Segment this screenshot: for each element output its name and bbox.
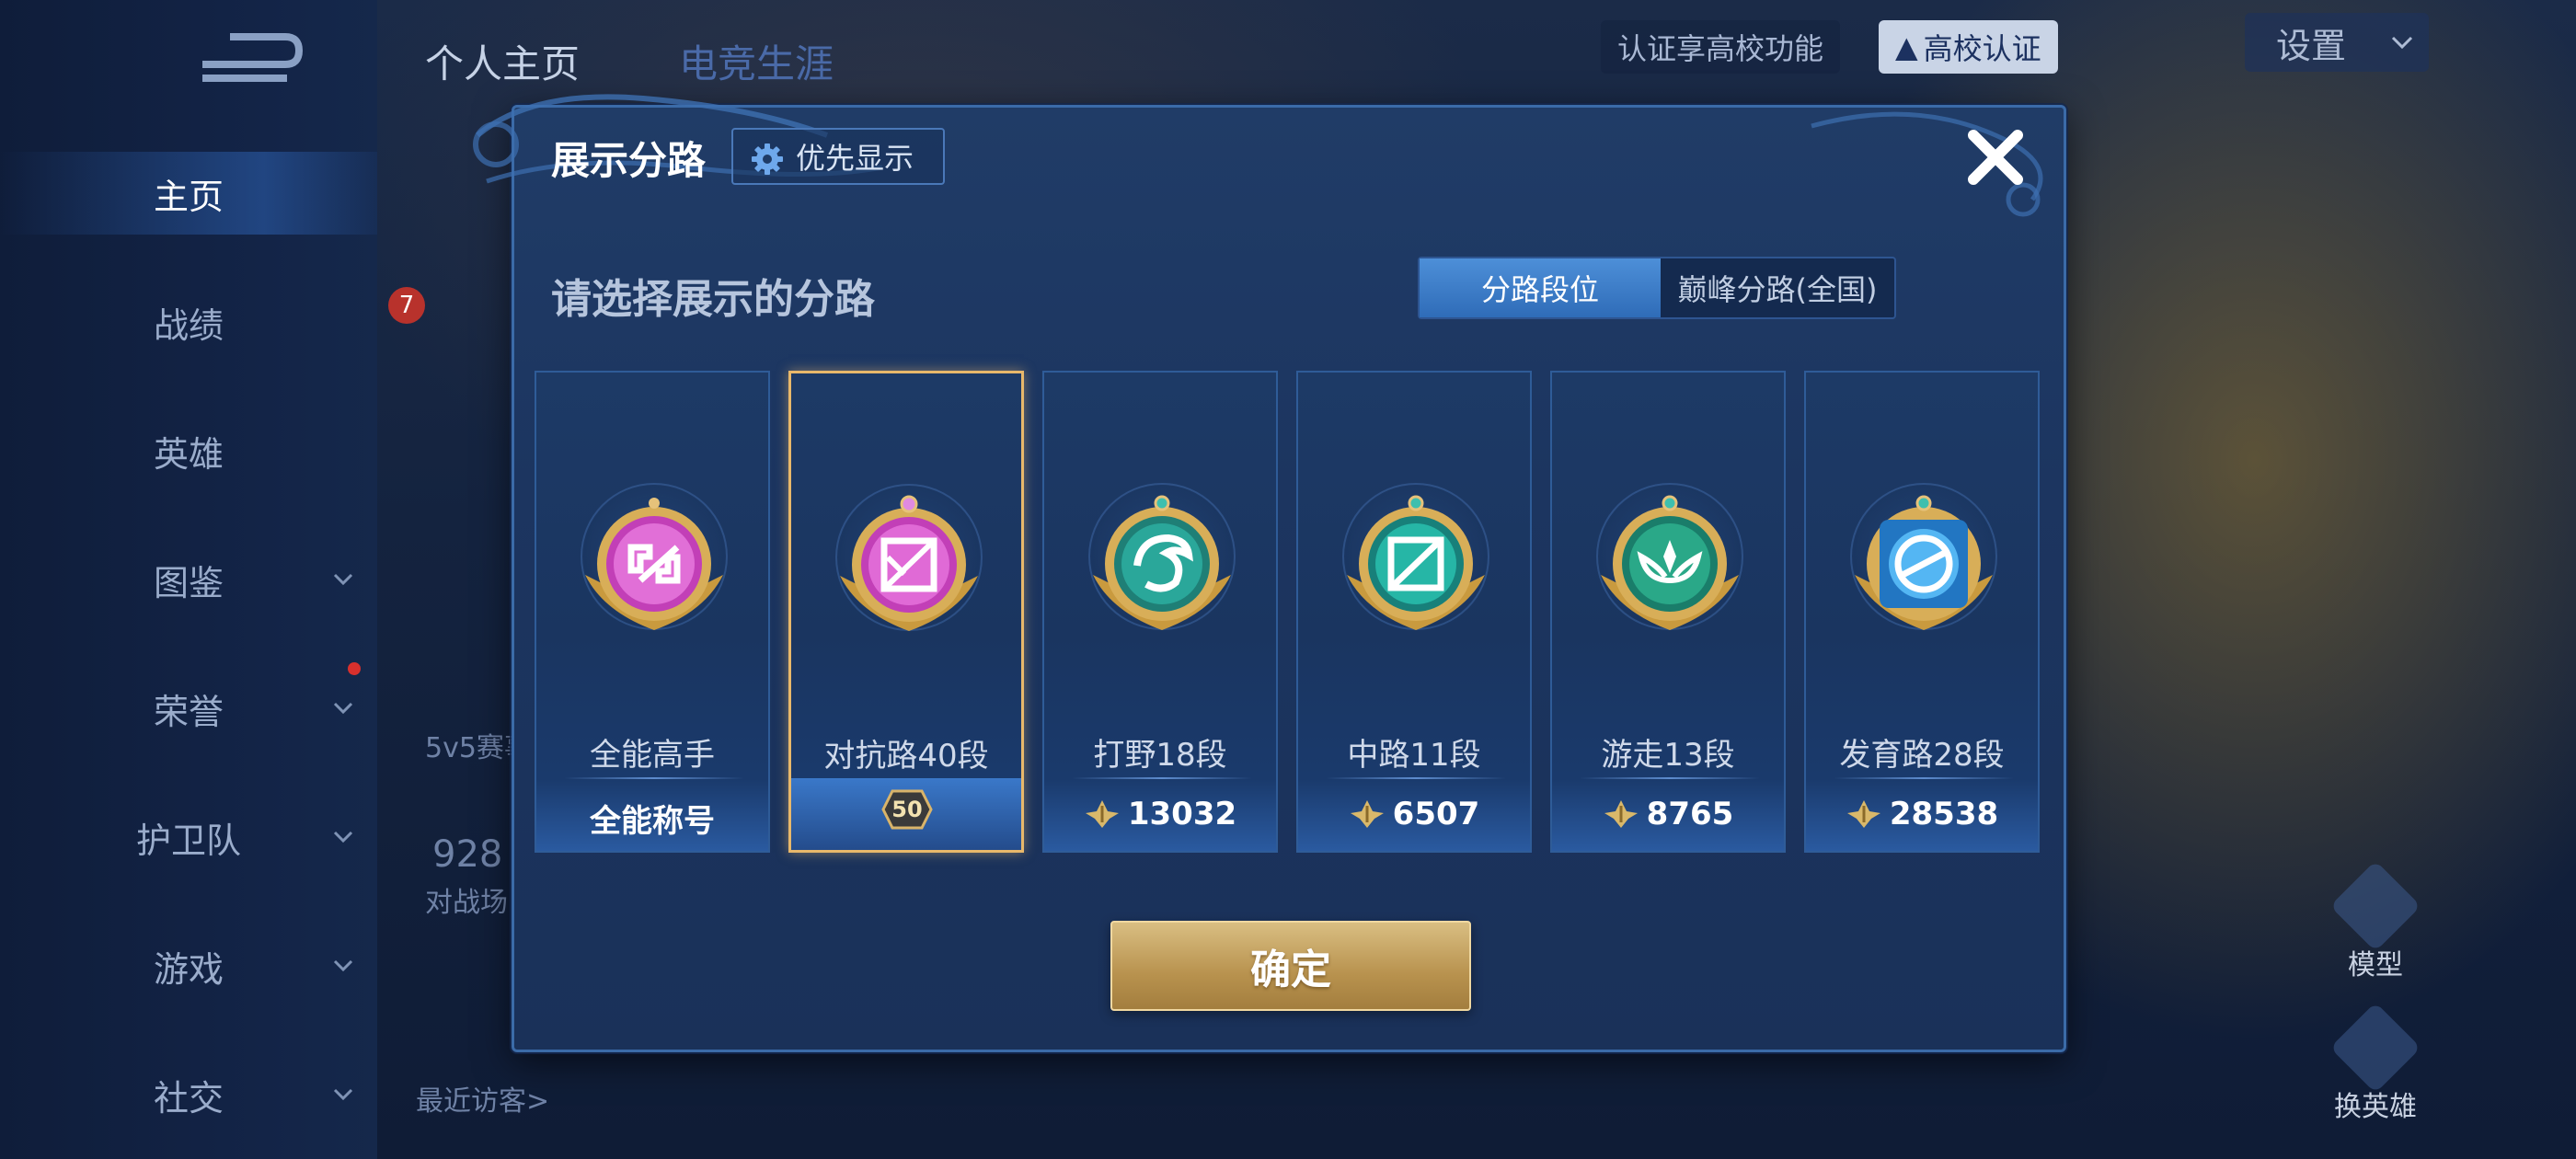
points-icon xyxy=(1350,800,1384,828)
allround-badge-icon xyxy=(585,498,723,630)
rank-badge: 7 xyxy=(388,287,425,324)
recent-visitors-link[interactable]: 最近访客> xyxy=(416,1078,549,1119)
tab-esports[interactable]: 电竞生涯 xyxy=(679,33,834,89)
points-icon xyxy=(1085,800,1119,828)
tab-profile[interactable]: 个人主页 xyxy=(425,33,580,89)
swirl-decoration xyxy=(1811,111,2043,217)
lane-card-clash[interactable]: 对抗路40段 50 xyxy=(788,371,1024,853)
points-icon xyxy=(1604,800,1638,828)
campus-icon: ▲ xyxy=(1895,29,1918,64)
settings-label: 设置 xyxy=(2276,25,2347,66)
sidebar-item-label: 英雄 xyxy=(153,433,224,475)
settings-button[interactable]: 设置 xyxy=(2245,13,2429,72)
change-hero-label: 换英雄 xyxy=(2334,1091,2417,1123)
chevron-down-icon xyxy=(333,959,353,972)
card-divider xyxy=(1834,777,2014,779)
lane-card-name: 中路11段 xyxy=(1347,737,1481,774)
lane-card-name: 打野18段 xyxy=(1093,737,1227,774)
chevron-down-icon xyxy=(2391,36,2413,50)
roam-badge-icon xyxy=(1601,495,1739,630)
close-icon[interactable] xyxy=(1962,124,2029,190)
lane-card-value: 8765 xyxy=(1552,796,1784,832)
campus-cert-button[interactable]: ▲ 高校认证 xyxy=(1879,20,2058,74)
mid-lane-badge-icon xyxy=(1347,495,1485,630)
lane-card-value: 13032 xyxy=(1044,796,1276,832)
lane-card-mid[interactable]: 中路11段 6507 xyxy=(1296,371,1532,853)
lane-card-value-text: 28538 xyxy=(1889,796,1999,832)
farm-lane-badge-icon xyxy=(1855,495,1993,630)
chevron-down-icon xyxy=(333,831,353,843)
clash-lane-badge-icon xyxy=(840,495,978,631)
lane-card-value-text: 全能称号 xyxy=(590,803,715,840)
sidebar-item-label: 主页 xyxy=(153,176,224,217)
card-divider xyxy=(1326,777,1506,779)
model-icon xyxy=(2329,860,2421,952)
dialog-title: 展示分路 xyxy=(551,138,707,183)
sidebar-item-record[interactable]: 战绩 xyxy=(0,281,377,363)
lane-card-name: 发育路28段 xyxy=(1839,737,2005,774)
sidebar-item-home[interactable]: 主页 xyxy=(0,152,377,235)
confirm-button[interactable]: 确定 xyxy=(1110,921,1471,1011)
sidebar-item-label: 社交 xyxy=(153,1077,224,1119)
lane-card-roam[interactable]: 游走13段 8765 xyxy=(1550,371,1786,853)
stat-number: 928 xyxy=(432,833,503,876)
points-icon xyxy=(1846,800,1880,828)
chevron-down-icon xyxy=(333,702,353,715)
jungle-badge-icon xyxy=(1093,495,1231,630)
sidebar-item-honor[interactable]: 荣誉 xyxy=(0,667,377,750)
priority-display-label: 优先显示 xyxy=(796,141,914,176)
notification-dot xyxy=(348,662,361,675)
lane-mode-toggle: 分路段位 巅峰分路(全国) xyxy=(1418,257,1896,319)
change-hero-icon xyxy=(2329,1002,2421,1094)
back-icon[interactable] xyxy=(184,28,304,92)
sidebar-item-heroes[interactable]: 英雄 xyxy=(0,409,377,492)
sidebar-item-label: 战绩 xyxy=(153,304,224,346)
cert-hint: 认证享高校功能 xyxy=(1601,20,1841,74)
card-divider xyxy=(1580,777,1760,779)
lane-card-value-text: 6507 xyxy=(1392,796,1480,832)
dialog-subtitle: 请选择展示的分路 xyxy=(551,276,875,323)
sidebar-item-guard[interactable]: 护卫队 xyxy=(0,796,377,878)
toggle-peak-lane[interactable]: 巅峰分路(全国) xyxy=(1661,258,1894,317)
toggle-lane-rank[interactable]: 分路段位 xyxy=(1420,258,1661,317)
lane-card-value-text: 13032 xyxy=(1127,796,1237,832)
lane-card-value: 28538 xyxy=(1806,796,2038,832)
lane-card-name: 对抗路40段 xyxy=(823,738,989,775)
sidebar-item-codex[interactable]: 图鉴 xyxy=(0,538,377,621)
priority-display-button[interactable]: 优先显示 xyxy=(731,128,945,185)
chevron-down-icon xyxy=(333,573,353,586)
card-divider xyxy=(1072,777,1252,779)
sidebar-item-game[interactable]: 游戏 xyxy=(0,924,377,1007)
model-button[interactable]: 模型 xyxy=(2320,860,2431,982)
gear-icon xyxy=(752,143,783,175)
sidebar-item-social[interactable]: 社交 xyxy=(0,1053,377,1136)
level-number: 50 xyxy=(891,797,923,822)
sidebar-item-label: 荣誉 xyxy=(153,691,224,732)
lane-card-farm[interactable]: 发育路28段 28538 xyxy=(1804,371,2040,853)
lane-card-value: 6507 xyxy=(1298,796,1530,832)
sidebar-item-label: 图鉴 xyxy=(153,562,224,603)
chevron-down-icon xyxy=(333,1088,353,1101)
lane-card-allround[interactable]: 全能高手 全能称号 xyxy=(535,371,770,853)
display-lane-dialog: 展示分路 优先显示 请选择展示的分路 分路段位 巅峰分路(全国) 全能高手 全能… xyxy=(473,94,2066,1052)
stat-label: 对战场 xyxy=(425,887,508,919)
sidebar-item-label: 游戏 xyxy=(153,948,224,990)
lane-card-name: 游走13段 xyxy=(1601,737,1735,774)
lane-card-value-text: 8765 xyxy=(1646,796,1734,832)
sidebar-item-label: 护卫队 xyxy=(135,820,241,861)
change-hero-button[interactable]: 换英雄 xyxy=(2320,1002,2431,1124)
lane-card-jungle[interactable]: 打野18段 13032 xyxy=(1042,371,1278,853)
campus-cert-label: 高校认证 xyxy=(1923,31,2041,66)
model-label: 模型 xyxy=(2348,949,2403,981)
lane-card-name: 全能高手 xyxy=(590,737,715,774)
card-divider xyxy=(564,777,744,779)
lane-card-value: 全能称号 xyxy=(536,796,768,841)
